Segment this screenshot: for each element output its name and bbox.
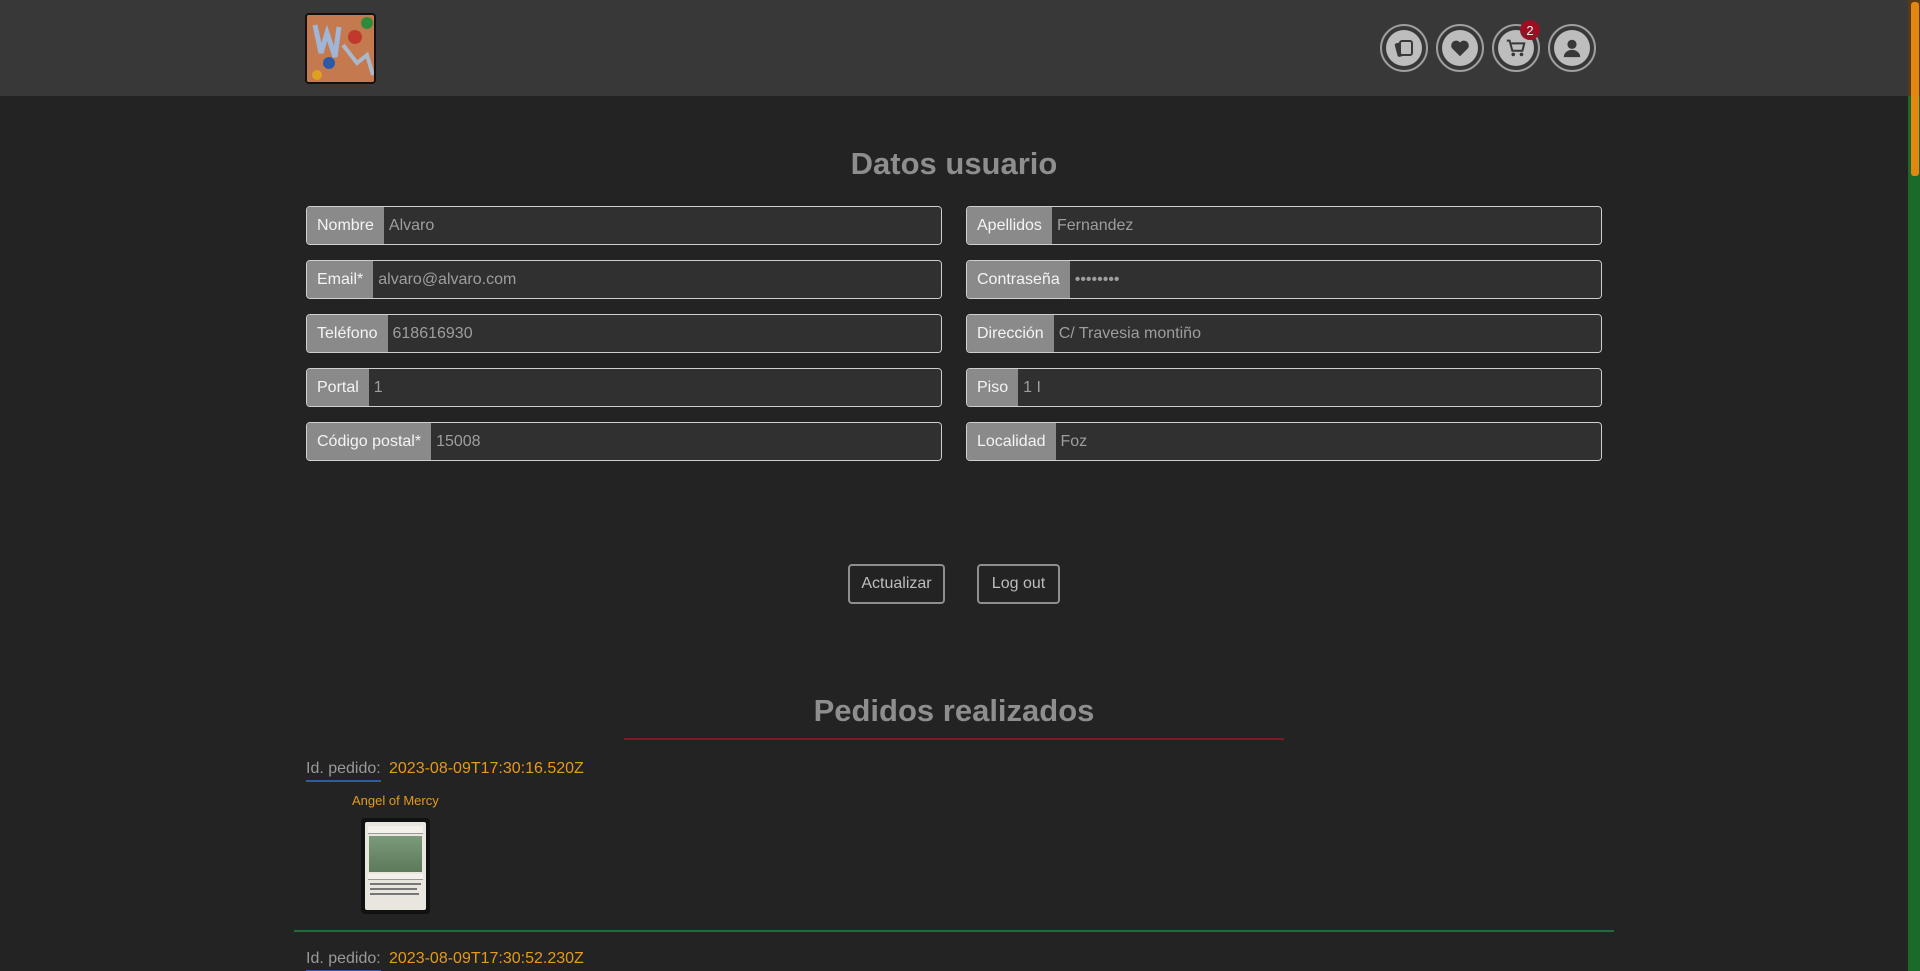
telefono-input[interactable] [387,315,941,352]
apellidos-label: Apellidos [967,207,1052,244]
scrollbar-thumb[interactable] [1911,2,1919,176]
order-id-value: 2023-08-09T17:30:52.230Z [389,950,584,967]
codigo-postal-input[interactable] [431,423,941,460]
cards-icon [1386,30,1422,66]
cart-count-badge: 2 [1520,20,1540,40]
password-label: Contraseña [967,261,1070,298]
portal-field: Portal [306,368,942,407]
portal-label: Portal [307,369,369,406]
email-input[interactable] [373,261,941,298]
order-product-card-image[interactable] [361,818,430,914]
localidad-input[interactable] [1055,423,1601,460]
nombre-label: Nombre [307,207,384,244]
apellidos-field: Apellidos [966,206,1602,245]
user-icon [1554,30,1590,66]
orders-title: Pedidos realizados [813,693,1095,728]
nombre-field: Nombre [306,206,942,245]
order-id-label: Id. pedido: [306,950,381,971]
favorites-button[interactable] [1436,24,1484,72]
piso-field: Piso [966,368,1602,407]
telefono-field: Teléfono [306,314,942,353]
cart-button[interactable]: 2 [1492,20,1540,72]
site-logo[interactable] [305,13,376,84]
orders-title-underline [624,738,1284,740]
portal-input[interactable] [368,369,941,406]
piso-input[interactable] [1018,369,1601,406]
codigo-postal-label: Código postal* [307,423,432,460]
password-field: Contraseña [966,260,1602,299]
cards-button[interactable] [1380,24,1428,72]
logout-button[interactable]: Log out [977,564,1060,604]
nav-icon-group: 2 [1380,20,1596,72]
nombre-input[interactable] [383,207,941,244]
user-button[interactable] [1548,24,1596,72]
heart-icon [1442,30,1478,66]
order-divider [294,930,1614,932]
page-scrollbar[interactable] [1908,0,1920,971]
direccion-label: Dirección [967,315,1054,352]
localidad-field: Localidad [966,422,1602,461]
user-data-title: Datos usuario [850,146,1058,181]
order-id-value: 2023-08-09T17:30:16.520Z [389,760,584,777]
piso-label: Piso [967,369,1019,406]
order-id-label: Id. pedido: [306,760,381,782]
codigo-postal-field: Código postal* [306,422,942,461]
order-product-name[interactable]: Angel of Mercy [352,793,439,808]
top-navbar: 2 [0,0,1908,96]
email-field: Email* [306,260,942,299]
apellidos-input[interactable] [1051,207,1601,244]
email-label: Email* [307,261,374,298]
localidad-label: Localidad [967,423,1056,460]
direccion-input[interactable] [1053,315,1601,352]
update-button[interactable]: Actualizar [848,564,945,604]
direccion-field: Dirección [966,314,1602,353]
telefono-label: Teléfono [307,315,388,352]
password-input[interactable] [1069,261,1601,298]
